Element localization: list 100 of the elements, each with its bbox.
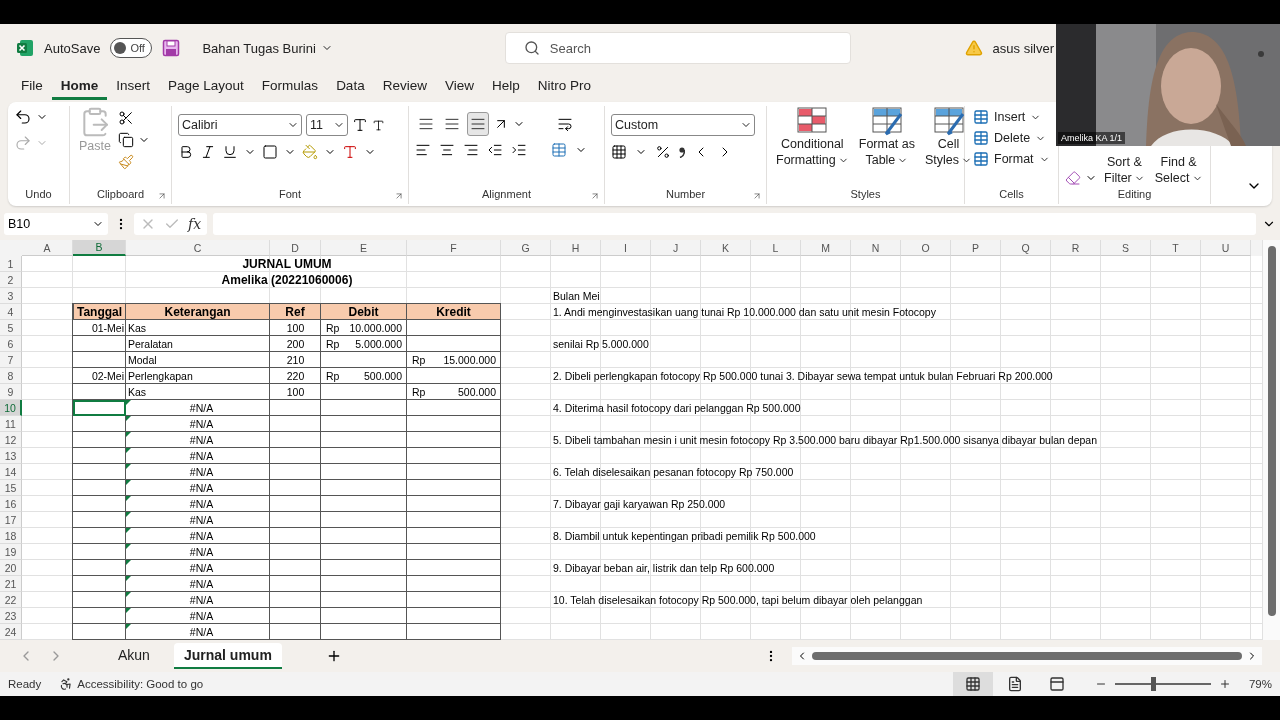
ribbon-tab[interactable]: Help — [482, 74, 529, 100]
accessibility-status[interactable]: Accessibility: Good to go — [77, 678, 204, 690]
account-name[interactable]: asus silver — [992, 40, 1054, 56]
sheet-tab[interactable]: Akun — [108, 643, 160, 669]
decrease-indent-icon — [487, 142, 503, 158]
ribbon-tab[interactable]: Data — [327, 74, 374, 100]
ribbon-tab[interactable]: File — [12, 74, 52, 100]
cells-button[interactable]: Format — [971, 150, 1052, 168]
ribbon-tab[interactable]: Page Layout — [159, 74, 253, 100]
error-flag-icon — [126, 416, 131, 421]
note-text: 8. Diambil untuk kepentingan pribadi pemilik Rp 500.000 — [552, 529, 817, 544]
row-number[interactable]: 1 — [0, 256, 22, 272]
name-box[interactable]: B10 — [4, 213, 108, 235]
font-size-field[interactable]: 11 — [306, 114, 348, 136]
ref-cell-text: 100 — [285, 321, 306, 336]
insert-function-button[interactable]: fx — [188, 216, 202, 232]
row-number[interactable]: 5 — [0, 320, 22, 336]
row-number[interactable]: 22 — [0, 592, 22, 608]
editing-button[interactable]: Sort & Filter — [1101, 155, 1148, 186]
row-number[interactable]: 2 — [0, 272, 22, 288]
vertical-scrollbar[interactable] — [1262, 240, 1280, 640]
row-number[interactable]: 21 — [0, 576, 22, 592]
row-number[interactable]: 14 — [0, 464, 22, 480]
row-number[interactable]: 6 — [0, 336, 22, 352]
table-icon — [973, 151, 989, 167]
italic-icon — [200, 144, 216, 160]
error-cell-text: #N/A — [188, 465, 215, 480]
row-number[interactable]: 13 — [0, 448, 22, 464]
sheet-title: JURNAL UMUM — [241, 256, 333, 272]
group-label: Font — [279, 188, 301, 202]
style-button[interactable]: Format as Table — [855, 106, 918, 188]
file-name-button[interactable]: Bahan Tugas Burini — [200, 39, 335, 57]
align-icon — [444, 116, 460, 132]
row-number[interactable]: 17 — [0, 512, 22, 528]
style-button[interactable]: Conditional Formatting — [773, 106, 852, 188]
error-flag-icon — [126, 400, 131, 405]
row-number[interactable]: 18 — [0, 528, 22, 544]
error-flag-icon — [126, 528, 131, 533]
autosave-toggle[interactable]: Off — [110, 38, 153, 58]
horizontal-scrollbar[interactable] — [792, 647, 1262, 665]
zoom-in-icon[interactable] — [1218, 678, 1231, 690]
row-number[interactable]: 7 — [0, 352, 22, 368]
group-label: Number — [665, 188, 706, 202]
ref-cell-text: 100 — [285, 385, 306, 400]
editing-button[interactable]: Find & Select — [1151, 155, 1206, 186]
ref-cell-text: 220 — [285, 369, 306, 384]
column-header: Debit — [321, 304, 407, 320]
row-number[interactable]: 4 — [0, 304, 22, 320]
row-number[interactable]: 16 — [0, 496, 22, 512]
align-center-icon — [439, 142, 455, 158]
error-flag-icon — [126, 560, 131, 565]
row-number[interactable]: 11 — [0, 416, 22, 432]
dialog-launcher-icon — [590, 191, 600, 201]
sheet-tab[interactable]: Jurnal umum — [173, 643, 282, 669]
align-right-icon — [463, 142, 479, 158]
row-number[interactable]: 20 — [0, 560, 22, 576]
error-cell-text: #N/A — [188, 449, 215, 464]
cell-styles-icon — [932, 106, 965, 136]
cell-cursor[interactable] — [73, 400, 126, 416]
scissors-icon — [118, 110, 134, 126]
ribbon-tab[interactable]: Insert — [107, 74, 160, 100]
redo-icon — [14, 134, 32, 152]
date-cell-text: 02-Mei — [90, 369, 125, 384]
number-format-field[interactable]: Custom — [611, 114, 755, 136]
ribbon-tab[interactable]: Nitro Pro — [528, 74, 600, 100]
account-cell-text: Perlengkapan — [127, 369, 194, 384]
undo-icon — [14, 108, 32, 126]
search-field[interactable]: Search — [504, 32, 851, 64]
error-cell-text: #N/A — [188, 481, 215, 496]
row-number[interactable]: 9 — [0, 384, 22, 400]
ribbon-tab[interactable]: Review — [373, 74, 436, 100]
column-header: Tanggal — [73, 304, 126, 320]
view-button[interactable] — [952, 672, 993, 696]
note-text: 6. Telah diselesaikan pesanan fotocopy Rp 750.000 — [552, 465, 795, 480]
row-number[interactable]: 23 — [0, 608, 22, 624]
row-number[interactable]: 12 — [0, 432, 22, 448]
row-number[interactable]: 24 — [0, 624, 22, 640]
error-cell-text: #N/A — [188, 497, 215, 512]
debit-cell-text: Rp 5.000.000 — [325, 337, 403, 352]
ribbon-tab[interactable]: Formulas — [252, 74, 328, 100]
credit-cell-text: Rp 500.000 — [411, 385, 497, 400]
row-number[interactable]: 3 — [0, 288, 22, 304]
save-icon[interactable] — [162, 39, 181, 57]
error-flag-icon — [126, 608, 131, 613]
column-letter[interactable]: B — [73, 240, 126, 256]
row-number[interactable]: 19 — [0, 544, 22, 560]
font-name-field[interactable]: Calibri — [178, 114, 302, 136]
error-cell-text: #N/A — [188, 609, 215, 624]
ribbon-tab[interactable]: View — [435, 74, 483, 100]
row-number[interactable]: 8 — [0, 368, 22, 384]
row-number[interactable]: 15 — [0, 480, 22, 496]
row-number[interactable]: 10 — [0, 400, 22, 416]
error-flag-icon — [126, 512, 131, 517]
status-text: Ready — [8, 678, 42, 690]
shrink-font-icon — [372, 118, 385, 132]
zoom-thumb[interactable] — [1151, 677, 1157, 691]
error-cell-text: #N/A — [188, 529, 215, 544]
vertical-align-button[interactable] — [467, 112, 489, 136]
sheet-title: Amelika (20221060006) — [220, 272, 354, 288]
align-icon — [470, 116, 486, 132]
